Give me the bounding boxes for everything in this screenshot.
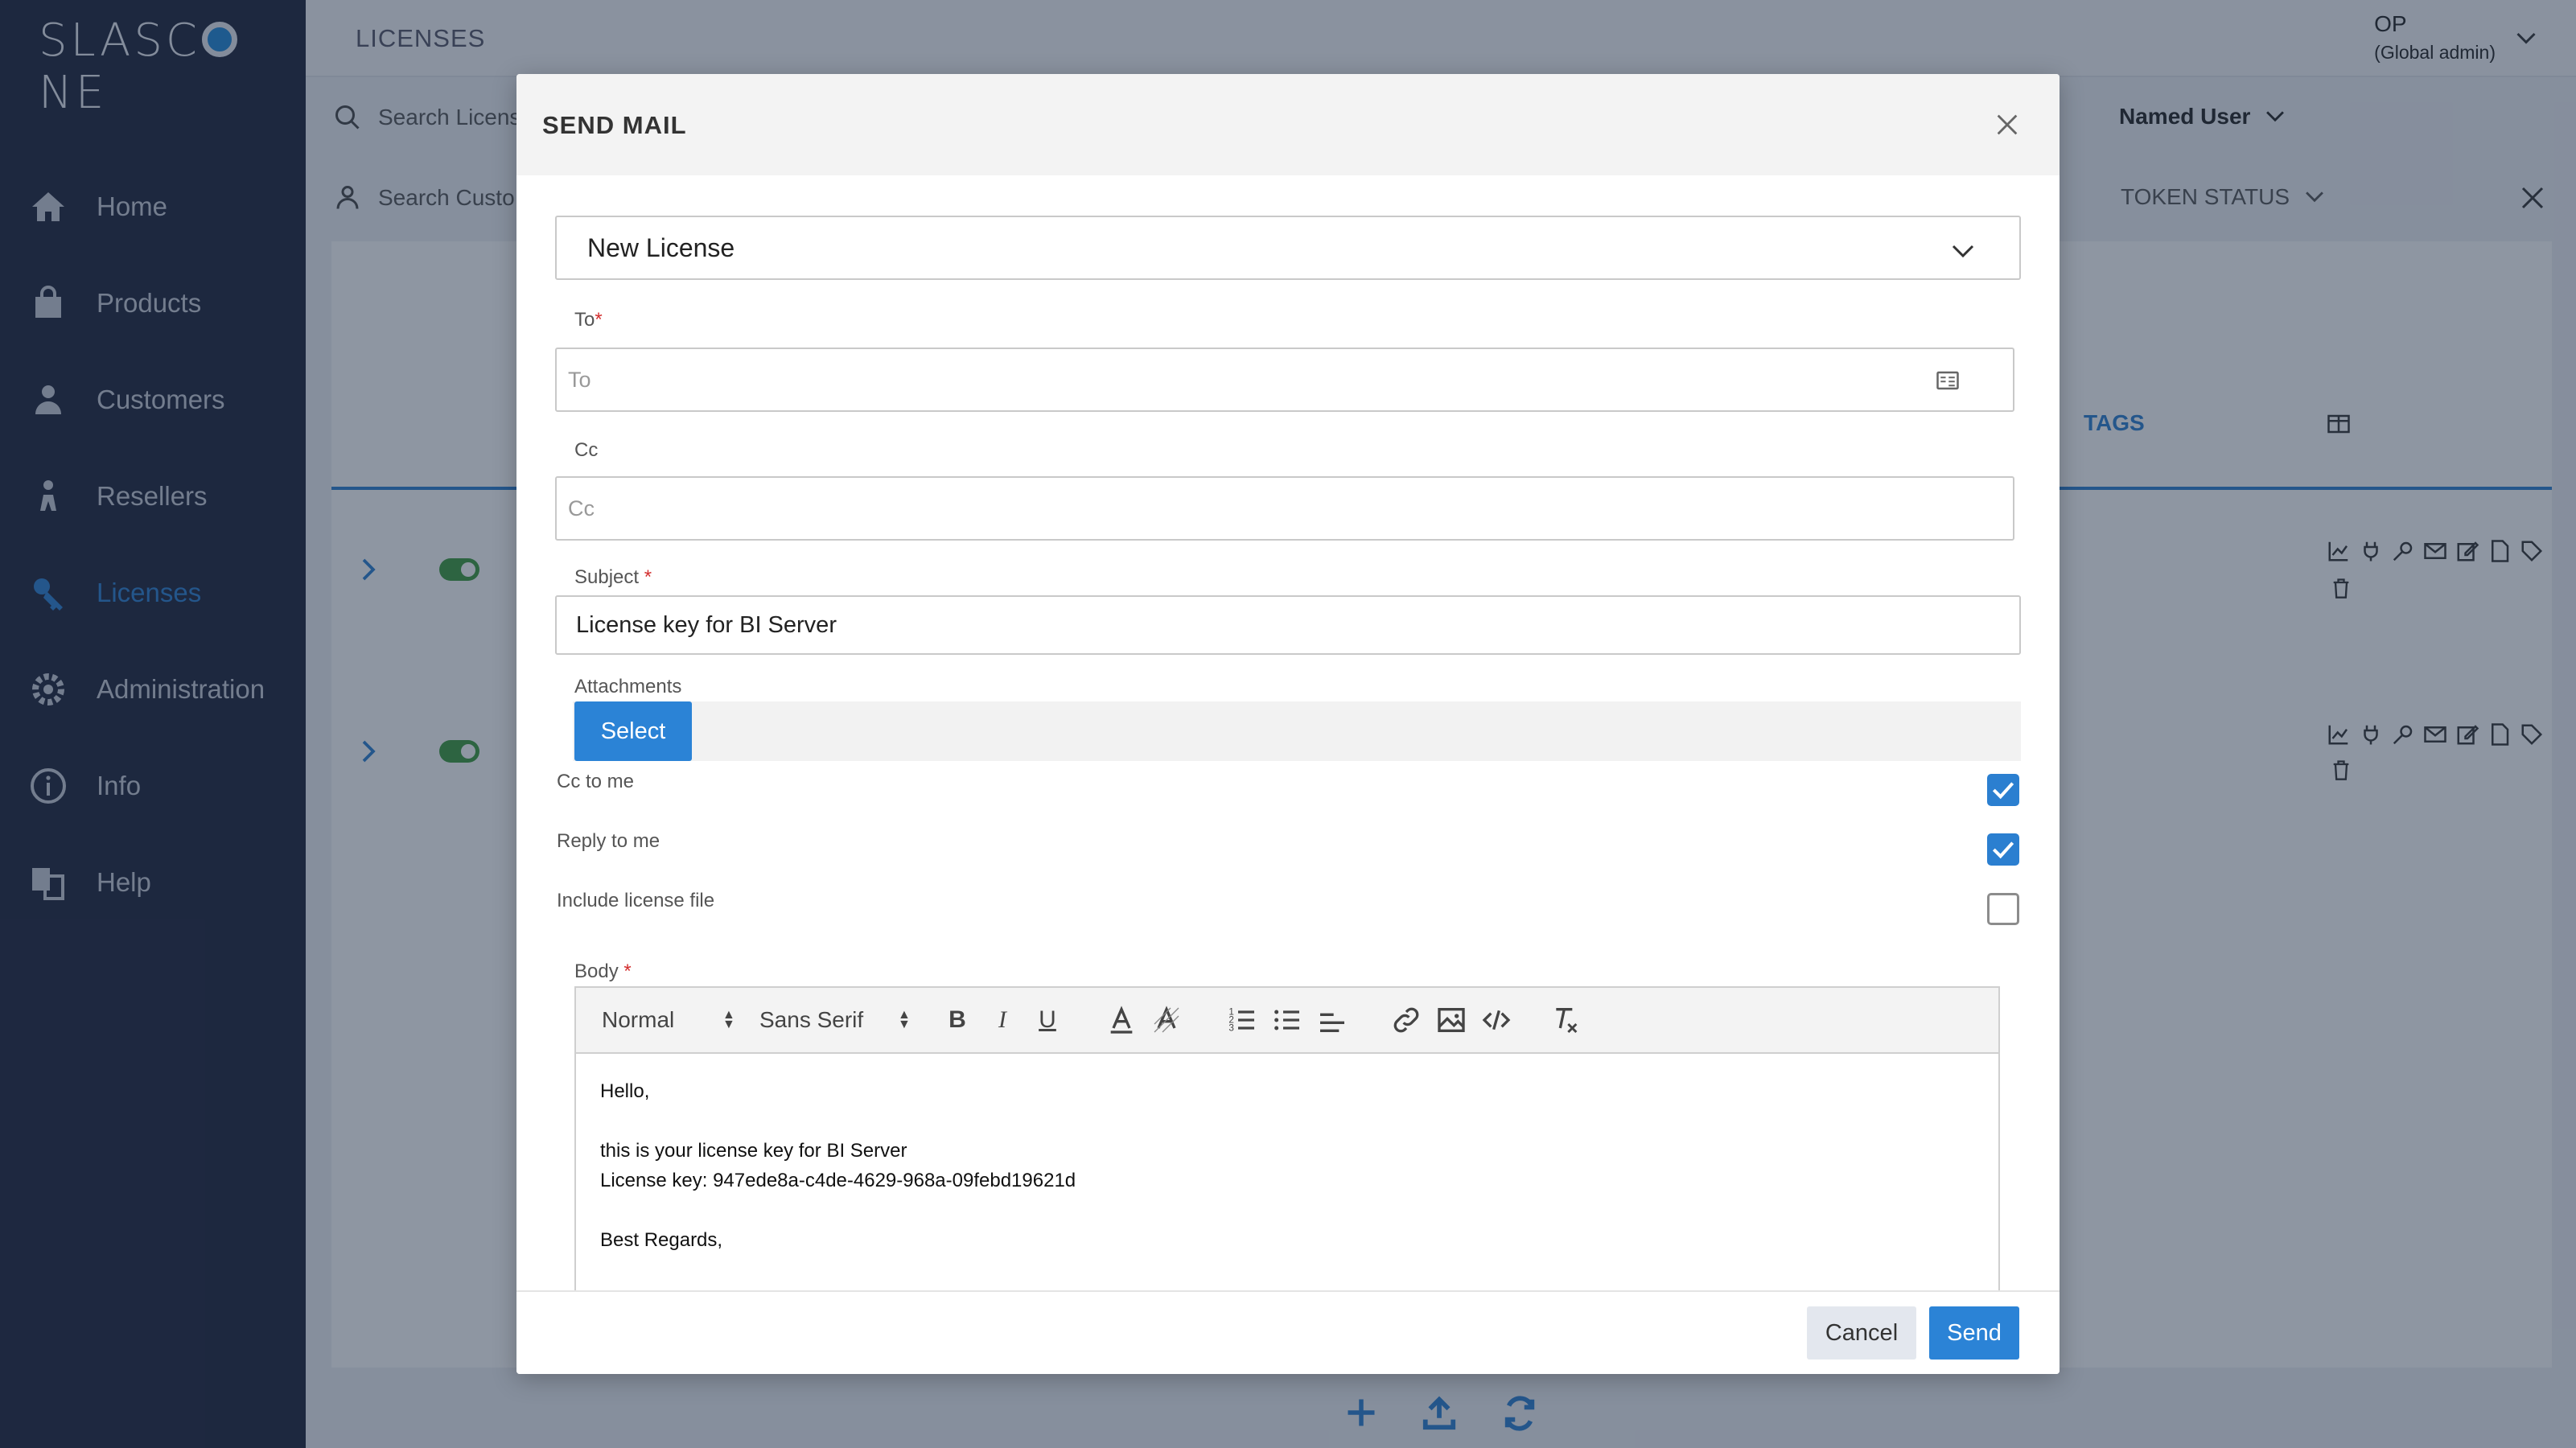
code-icon[interactable] xyxy=(1480,1004,1512,1036)
checkmark-icon xyxy=(1992,782,2014,800)
underline-button[interactable]: U xyxy=(1031,1004,1064,1036)
to-label: To* xyxy=(574,309,603,331)
attachments-label: Attachments xyxy=(574,676,682,697)
body-line: this is your license key for BI Server xyxy=(600,1140,907,1162)
align-icon[interactable] xyxy=(1316,1004,1348,1036)
sort-arrows-icon: ▲ ▼ xyxy=(722,1008,735,1031)
dialog-title: SEND MAIL xyxy=(542,111,687,139)
cc-label: Cc xyxy=(574,439,599,461)
italic-button[interactable]: I xyxy=(986,1004,1018,1036)
editor-toolbar: Normal ▲ ▼ Sans Serif ▲ ▼ B I U 123 xyxy=(576,988,1998,1054)
link-icon[interactable] xyxy=(1390,1004,1422,1036)
subject-value: License key for BI Server xyxy=(576,611,837,638)
send-button[interactable]: Send xyxy=(1929,1306,2019,1360)
body-line: Hello, xyxy=(600,1080,650,1102)
body-line: License key: 947ede8a-c4de-4629-968a-09f… xyxy=(600,1170,1076,1191)
sort-arrows-icon: ▲ ▼ xyxy=(898,1008,911,1031)
to-label-text: To xyxy=(574,309,595,331)
attachments-dropzone[interactable] xyxy=(573,701,2021,761)
dialog-header: SEND MAIL xyxy=(516,74,2060,175)
include-license-file-checkbox[interactable] xyxy=(1987,893,2019,925)
select-attachment-button[interactable]: Select xyxy=(574,701,692,761)
cc-placeholder: Cc xyxy=(568,496,595,520)
address-book-icon[interactable] xyxy=(1934,368,1961,393)
chevron-down-icon xyxy=(1952,245,1974,258)
to-input[interactable]: To xyxy=(555,348,2014,412)
ordered-list-icon[interactable]: 123 xyxy=(1226,1004,1258,1036)
subject-input[interactable]: License key for BI Server xyxy=(555,595,2021,655)
body-line xyxy=(600,1106,1076,1136)
required-marker: * xyxy=(644,566,652,588)
bold-button[interactable]: B xyxy=(941,1004,973,1036)
include-license-file-label: Include license file xyxy=(557,890,715,911)
template-select[interactable]: New License xyxy=(555,216,2021,280)
cc-input[interactable]: Cc xyxy=(555,476,2014,541)
checkmark-icon xyxy=(1992,841,2014,859)
background-color-icon[interactable] xyxy=(1150,1004,1183,1036)
body-rich-text-editor[interactable]: Normal ▲ ▼ Sans Serif ▲ ▼ B I U 123 Hello,… xyxy=(574,986,2000,1324)
format-select[interactable]: Normal ▲ ▼ xyxy=(602,1007,739,1033)
text-color-icon[interactable] xyxy=(1105,1004,1138,1036)
font-select-value: Sans Serif xyxy=(759,1007,864,1032)
editor-content[interactable]: Hello, this is your license key for BI S… xyxy=(600,1076,1076,1255)
body-label-text: Body xyxy=(574,961,619,982)
image-icon[interactable] xyxy=(1435,1004,1467,1036)
font-select[interactable]: Sans Serif ▲ ▼ xyxy=(759,1007,920,1033)
body-line xyxy=(600,1195,1076,1225)
cc-to-me-label: Cc to me xyxy=(557,771,635,792)
send-mail-dialog: SEND MAIL New License To* To Cc Cc Subje… xyxy=(516,74,2060,1374)
reply-to-me-label: Reply to me xyxy=(557,830,660,852)
body-label: Body * xyxy=(574,961,632,983)
required-marker: * xyxy=(595,309,603,331)
bullet-list-icon[interactable] xyxy=(1271,1004,1303,1036)
cc-to-me-checkbox[interactable] xyxy=(1987,774,2019,806)
template-selected-value: New License xyxy=(587,232,735,262)
close-icon[interactable] xyxy=(1994,111,2021,138)
clear-formatting-icon[interactable] xyxy=(1549,1004,1582,1036)
reply-to-me-checkbox[interactable] xyxy=(1987,833,2019,866)
subject-label-text: Subject xyxy=(574,566,640,588)
body-line: Best Regards, xyxy=(600,1229,723,1251)
to-placeholder: To xyxy=(568,367,591,392)
subject-label: Subject * xyxy=(574,566,652,589)
svg-text:3: 3 xyxy=(1228,1022,1233,1033)
required-marker: * xyxy=(623,961,632,982)
cancel-button[interactable]: Cancel xyxy=(1807,1306,1916,1360)
format-select-value: Normal xyxy=(602,1007,675,1032)
